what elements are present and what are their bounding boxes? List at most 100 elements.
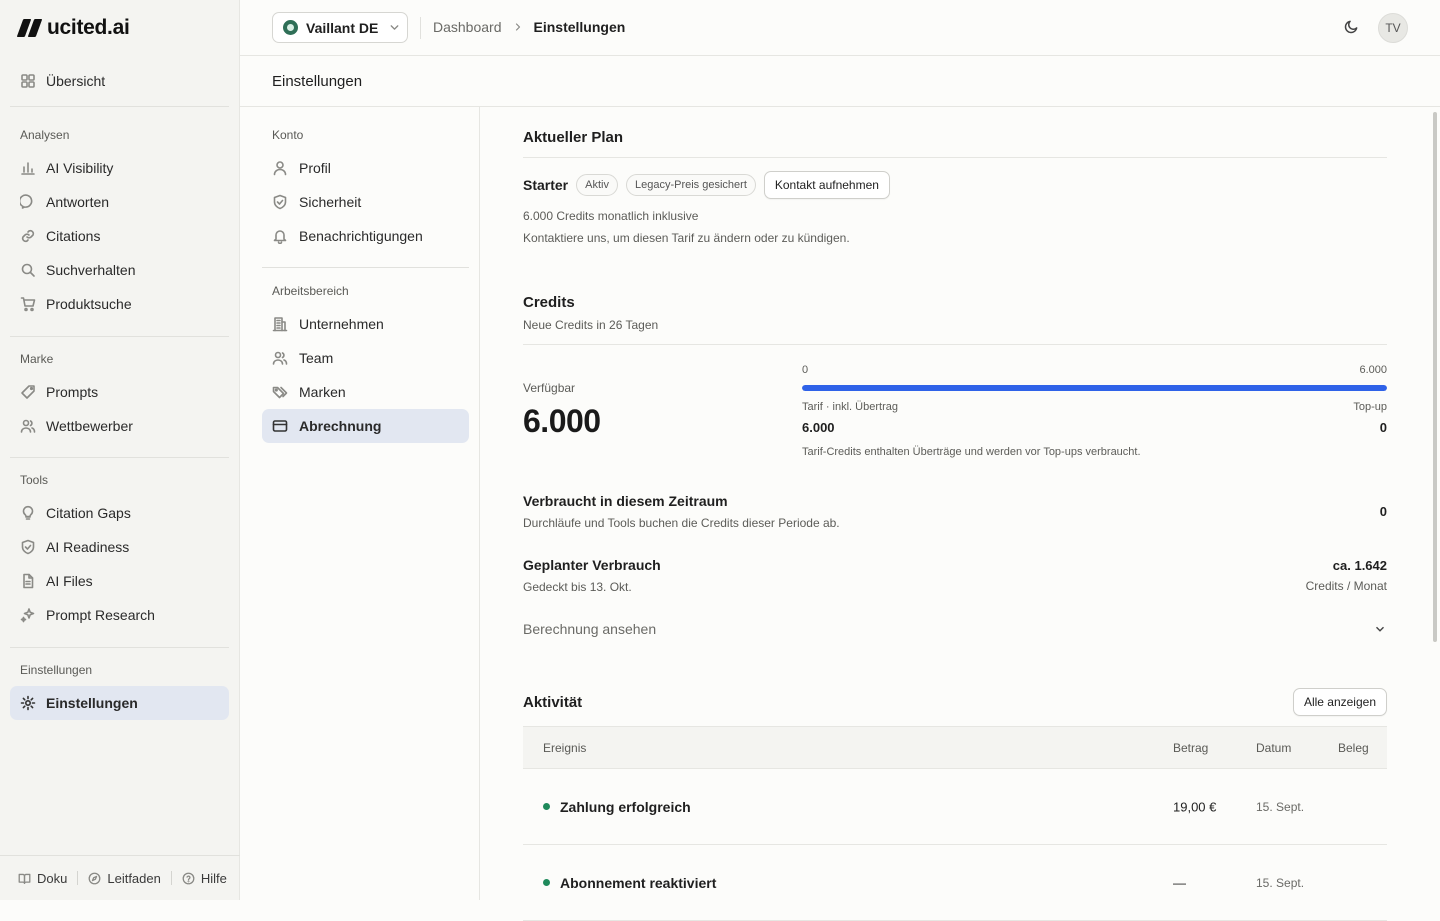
sidebar-item-label: AI Readiness <box>46 539 130 555</box>
amount-cell: 19,00 € <box>1173 799 1217 814</box>
chevron-down-icon <box>388 21 401 34</box>
contact-button[interactable]: Kontakt aufnehmen <box>763 171 890 199</box>
billing-content: Aktueller Plan Starter Aktiv Legacy-Prei… <box>523 107 1387 921</box>
settings-item-label: Sicherheit <box>299 194 362 210</box>
credits-renewal: Neue Credits in 26 Tagen <box>523 318 659 332</box>
docs-link[interactable]: Doku <box>18 871 67 886</box>
settings-item-team[interactable]: Team <box>262 341 469 375</box>
sidebar-item-citations[interactable]: Citations <box>10 219 229 253</box>
sidebar-item-citation-gaps[interactable]: Citation Gaps <box>10 496 229 530</box>
settings-item-sicherheit[interactable]: Sicherheit <box>262 185 469 219</box>
bar-chart-icon <box>20 160 36 176</box>
workspace-switcher[interactable]: Vaillant DE <box>272 12 408 43</box>
cart-icon <box>20 296 36 312</box>
calculation-expander[interactable]: Berechnung ansehen <box>523 621 1387 637</box>
plan-heading: Aktueller Plan <box>523 129 624 146</box>
breadcrumb-dashboard[interactable]: Dashboard <box>433 19 502 35</box>
plan-row: Starter Aktiv Legacy-Preis gesichert Kon… <box>523 171 890 199</box>
sidebar-item-label: Antworten <box>46 194 110 210</box>
settings-item-abrechnung[interactable]: Abrechnung <box>262 409 469 443</box>
plan-divider <box>523 157 1387 158</box>
settings-item-label: Benachrichtigungen <box>299 228 423 244</box>
compass-icon <box>88 872 101 885</box>
logo-mark-icon <box>16 18 43 37</box>
table-header: Ereignis Betrag Datum Beleg <box>523 726 1387 769</box>
credit-card-icon <box>272 418 288 434</box>
settings-nav-divider <box>262 267 469 268</box>
status-badge: Aktiv <box>576 174 618 196</box>
help-link[interactable]: Hilfe <box>182 871 227 886</box>
shield-check-icon <box>20 539 36 555</box>
chevron-down-icon <box>1373 622 1387 636</box>
used-value: 0 <box>1379 504 1387 519</box>
settings-item-marken[interactable]: Marken <box>262 375 469 409</box>
logo[interactable]: ucited.ai <box>0 0 239 55</box>
settings-section-arbeitsbereich: Arbeitsbereich <box>272 284 349 298</box>
planned-title: Geplanter Verbrauch <box>523 557 661 573</box>
sidebar-item-ai-files[interactable]: AI Files <box>10 564 229 598</box>
status-dot-icon <box>543 879 550 886</box>
sidebar-item-label: Suchverhalten <box>46 262 136 278</box>
tags-icon <box>272 384 288 400</box>
user-icon <box>272 160 288 176</box>
plan-name: Starter <box>523 177 569 193</box>
settings-item-profil[interactable]: Profil <box>262 151 469 185</box>
sidebar-item-label: Prompt Research <box>46 607 155 623</box>
event-cell: Abonnement reaktiviert <box>543 875 716 891</box>
settings-item-label: Abrechnung <box>299 418 382 434</box>
sidebar-item-suchverhalten[interactable]: Suchverhalten <box>10 253 229 287</box>
plan-credits-value: 6.000 <box>802 420 835 435</box>
sidebar-item-prompts[interactable]: Prompts <box>10 375 229 409</box>
topbar-separator <box>420 17 421 39</box>
section-label-tools: Tools <box>20 473 49 487</box>
workspace-name: Vaillant DE <box>306 19 379 36</box>
sidebar-item-einstellungen[interactable]: Einstellungen <box>10 686 229 720</box>
plan-contact-hint: Kontaktiere uns, um diesen Tarif zu ände… <box>523 231 850 245</box>
moon-icon[interactable] <box>1344 19 1359 34</box>
event-cell: Zahlung erfolgreich <box>543 799 691 815</box>
help-label: Hilfe <box>200 870 227 886</box>
sidebar-item-produktsuche[interactable]: Produktsuche <box>10 287 229 321</box>
tag-icon <box>20 384 36 400</box>
logo-text: ucited.ai <box>47 15 130 39</box>
sidebar-item-label: Wettbewerber <box>46 418 133 434</box>
event-name: Zahlung erfolgreich <box>560 798 691 815</box>
sidebar-item-overview[interactable]: Übersicht <box>10 64 229 98</box>
shield-check-icon <box>272 194 288 210</box>
used-description: Durchläufe und Tools buchen die Credits … <box>523 516 840 530</box>
table-row[interactable]: Zahlung erfolgreich 19,00 € 15. Sept. <box>523 769 1387 845</box>
planned-unit: Credits / Monat <box>1305 579 1387 593</box>
guide-link[interactable]: Leitfaden <box>88 871 161 886</box>
content-scrollbar[interactable] <box>1433 112 1437 642</box>
file-icon <box>20 573 36 589</box>
table-row[interactable]: Abonnement reaktiviert — 15. Sept. <box>523 845 1387 921</box>
sidebar-item-wettbewerber[interactable]: Wettbewerber <box>10 409 229 443</box>
sidebar-item-prompt-research[interactable]: Prompt Research <box>10 598 229 632</box>
guide-label: Leitfaden <box>107 870 161 886</box>
sidebar-item-ai-visibility[interactable]: AI Visibility <box>10 151 229 185</box>
credits-divider <box>523 344 1387 345</box>
avatar[interactable]: TV <box>1378 13 1408 43</box>
link-icon <box>20 228 36 244</box>
activity-table: Ereignis Betrag Datum Beleg Zahlung erfo… <box>523 726 1387 921</box>
footer-separator <box>77 871 79 885</box>
sidebar-item-antworten[interactable]: Antworten <box>10 185 229 219</box>
sidebar-item-ai-readiness[interactable]: AI Readiness <box>10 530 229 564</box>
settings-item-benachrichtigungen[interactable]: Benachrichtigungen <box>262 219 469 253</box>
activity-heading: Aktivität <box>523 694 583 711</box>
section-label-analysen: Analysen <box>20 128 70 142</box>
chat-bubble-icon <box>20 194 36 210</box>
event-name: Abonnement reaktiviert <box>560 874 717 891</box>
show-all-button[interactable]: Alle anzeigen <box>1292 688 1387 716</box>
planned-description: Gedeckt bis 13. Okt. <box>523 580 632 594</box>
date-cell: 15. Sept. <box>1256 799 1305 814</box>
sidebar-divider <box>10 647 229 648</box>
settings-item-label: Marken <box>299 384 346 400</box>
settings-item-unternehmen[interactable]: Unternehmen <box>262 307 469 341</box>
chevron-right-icon <box>512 21 524 33</box>
column-header-receipt: Beleg <box>1338 740 1369 755</box>
sparkle-icon <box>20 607 36 623</box>
grid-icon <box>20 73 36 89</box>
lightbulb-icon <box>20 505 36 521</box>
credits-progress-fill <box>802 385 1387 391</box>
